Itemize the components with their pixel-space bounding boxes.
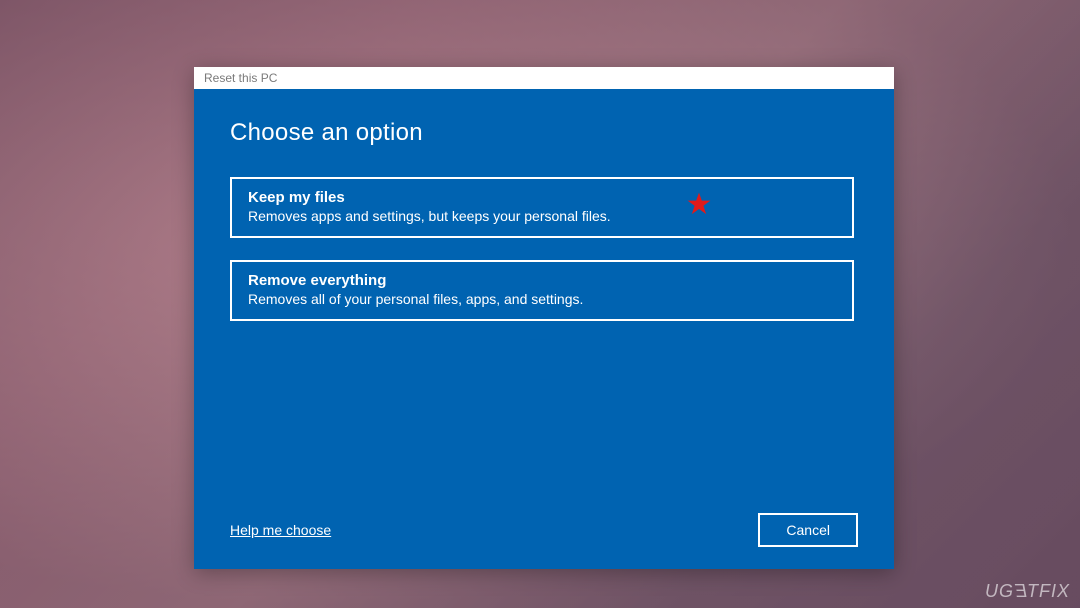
dialog-footer: Help me choose Cancel bbox=[230, 513, 858, 547]
page-title: Choose an option bbox=[230, 119, 858, 147]
reset-pc-dialog: Reset this PC Choose an option Keep my f… bbox=[194, 67, 894, 569]
option-remove-everything[interactable]: Remove everything Removes all of your pe… bbox=[230, 260, 854, 321]
star-icon bbox=[686, 191, 712, 222]
option-description: Removes apps and settings, but keeps you… bbox=[248, 208, 836, 224]
help-me-choose-link[interactable]: Help me choose bbox=[230, 522, 331, 538]
window-title: Reset this PC bbox=[204, 71, 277, 85]
option-title: Remove everything bbox=[248, 272, 836, 289]
option-title: Keep my files bbox=[248, 189, 836, 206]
option-keep-my-files[interactable]: Keep my files Removes apps and settings,… bbox=[230, 177, 854, 238]
watermark: UGETFIX bbox=[985, 581, 1070, 602]
titlebar: Reset this PC bbox=[194, 67, 894, 89]
option-description: Removes all of your personal files, apps… bbox=[248, 291, 836, 307]
dialog-body: Choose an option Keep my files Removes a… bbox=[194, 89, 894, 569]
cancel-button[interactable]: Cancel bbox=[758, 513, 858, 547]
